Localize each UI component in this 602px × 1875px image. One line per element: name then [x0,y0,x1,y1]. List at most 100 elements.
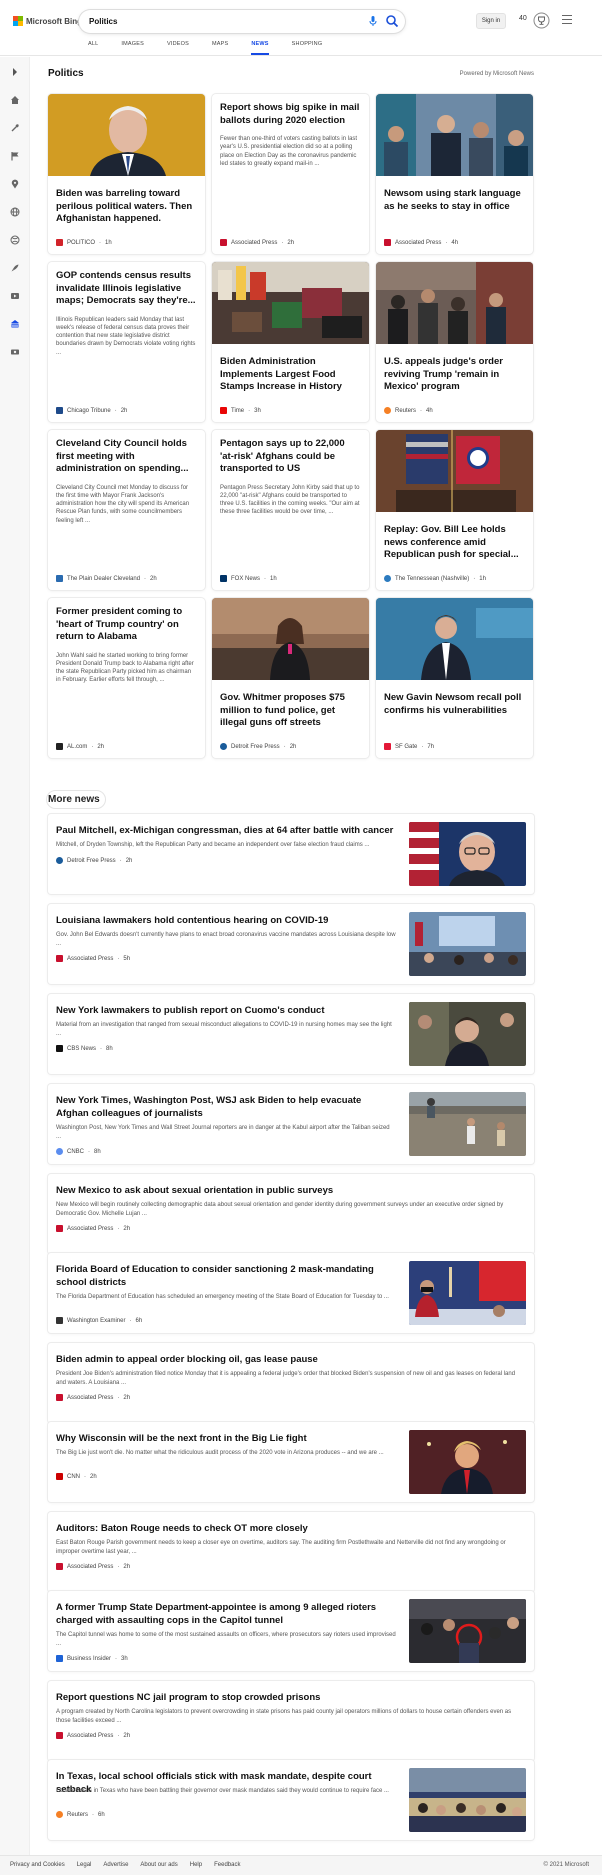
card-title[interactable]: Report shows big spike in mail ballots d… [212,102,369,127]
item-snippet: Gov. John Bel Edwards doesn't currently … [56,932,396,947]
item-title[interactable]: A former Trump State Department-appointe… [56,1601,396,1627]
politics-capitol-icon[interactable] [10,319,20,329]
list-item[interactable]: Florida Board of Education to consider s… [48,1253,534,1333]
tools-icon[interactable] [10,123,20,133]
item-title[interactable]: New Mexico to ask about sexual orientati… [56,1184,516,1197]
entertainment-icon[interactable] [10,291,20,301]
card-snippet: John Wahl said he started working to bri… [56,652,194,684]
whitmer-podium-photo [212,598,369,680]
category-sidebar [0,57,30,1857]
bing-logo[interactable]: Microsoft Bing [13,16,82,26]
plain-dealer-logo-icon [56,575,63,582]
list-item[interactable]: Louisiana lawmakers hold contentious hea… [48,904,534,984]
item-title[interactable]: Why Wisconsin will be the next front in … [56,1432,396,1445]
microphone-icon[interactable] [367,15,379,27]
item-title[interactable]: Paul Mitchell, ex-Michigan congressman, … [56,824,396,837]
card-title[interactable]: Former president coming to 'heart of Tru… [48,606,205,644]
list-item[interactable]: Report questions NC jail program to stop… [48,1681,534,1761]
card-title[interactable]: U.S. appeals judge's order reviving Trum… [376,356,533,394]
tab-images[interactable]: IMAGES [121,41,144,56]
card-title[interactable]: Pentagon says up to 22,000 'at-risk' Afg… [212,438,369,476]
list-item[interactable]: In Texas, local school officials stick w… [48,1760,534,1840]
item-provider: CNBC · 8h [56,1148,101,1155]
news-card[interactable]: GOP contends census results invalidate I… [48,262,205,422]
list-item[interactable]: Why Wisconsin will be the next front in … [48,1422,534,1502]
tab-all[interactable]: ALL [88,41,98,56]
card-title[interactable]: New Gavin Newsom recall poll confirms hi… [376,692,533,717]
card-title[interactable]: GOP contends census results invalidate I… [48,270,205,308]
item-snippet: A program created by North Carolina legi… [56,1709,512,1724]
footer-link-legal[interactable]: Legal [77,1862,92,1868]
globe-icon[interactable] [10,207,20,217]
card-title[interactable]: Cleveland City Council holds first meeti… [48,438,205,476]
item-title[interactable]: Florida Board of Education to consider s… [56,1263,396,1289]
news-card[interactable]: Gov. Whitmer proposes $75 million to fun… [212,598,369,758]
item-provider: Associated Press · 5h [56,955,130,962]
time-logo-icon [220,407,227,414]
item-title[interactable]: New York Times, Washington Post, WSJ ask… [56,1094,396,1120]
list-item[interactable]: A former Trump State Department-appointe… [48,1591,534,1671]
card-title[interactable]: Replay: Gov. Bill Lee holds news confere… [376,524,533,562]
card-snippet: Pentagon Press Secretary John Kirby said… [220,484,360,516]
location-pin-icon[interactable] [10,179,20,189]
sports-icon[interactable] [10,235,20,245]
border-crowd-photo [376,262,533,344]
list-item[interactable]: New York lawmakers to publish report on … [48,994,534,1074]
news-card[interactable]: U.S. appeals judge's order reviving Trum… [376,262,533,422]
card-provider: Chicago Tribune · 2h [56,407,127,414]
news-card[interactable]: Newsom using stark language as he seeks … [376,94,533,254]
item-title[interactable]: Report questions NC jail program to stop… [56,1691,516,1704]
list-item[interactable]: Biden admin to appeal order blocking oil… [48,1343,534,1423]
expand-arrow-icon[interactable] [10,67,20,77]
footer-link-privacy[interactable]: Privacy and Cookies [10,1862,65,1868]
home-icon[interactable] [10,95,20,105]
mitchell-photo [409,822,526,886]
card-title[interactable]: Gov. Whitmer proposes $75 million to fun… [212,692,369,730]
rewards-trophy-icon[interactable] [533,12,550,29]
tab-videos[interactable]: VIDEOS [167,41,189,56]
science-rocket-icon[interactable] [10,263,20,273]
card-title[interactable]: Newsom using stark language as he seeks … [376,188,533,213]
item-title[interactable]: Louisiana lawmakers hold contentious hea… [56,914,396,927]
news-card[interactable]: Cleveland City Council holds first meeti… [48,430,205,590]
news-card[interactable]: New Gavin Newsom recall poll confirms hi… [376,598,533,758]
hamburger-menu-icon[interactable] [562,15,572,25]
news-card[interactable]: Former president coming to 'heart of Tru… [48,598,205,758]
item-snippet: Washington Post, New York Times and Wall… [56,1125,390,1140]
news-card[interactable]: Biden was barreling toward perilous poli… [48,94,205,254]
tab-maps[interactable]: MAPS [212,41,228,56]
footer-link-about-ads[interactable]: About our ads [140,1862,177,1868]
money-icon[interactable] [10,347,20,357]
flag-icon[interactable] [10,151,20,161]
item-title[interactable]: Biden admin to appeal order blocking oil… [56,1353,516,1366]
tennessean-logo-icon [384,575,391,582]
news-card[interactable]: Replay: Gov. Bill Lee holds news confere… [376,430,533,590]
footer-link-feedback[interactable]: Feedback [214,1862,240,1868]
newsom-stage-photo [376,598,533,680]
search-input[interactable] [89,15,329,28]
news-card[interactable]: Biden Administration Implements Largest … [212,262,369,422]
search-icon[interactable] [385,14,399,28]
news-card[interactable]: Pentagon says up to 22,000 'at-risk' Afg… [212,430,369,590]
footer-link-help[interactable]: Help [190,1862,202,1868]
rewards-points[interactable]: 40 [519,15,527,22]
footer-link-advertise[interactable]: Advertise [103,1862,128,1868]
powered-by-label[interactable]: Powered by Microsoft News [460,71,534,77]
item-provider: Associated Press · 2h [56,1563,130,1570]
card-provider: Associated Press · 2h [220,239,294,246]
list-item[interactable]: Auditors: Baton Rouge needs to check OT … [48,1512,534,1592]
list-item[interactable]: New York Times, Washington Post, WSJ ask… [48,1084,534,1164]
news-card[interactable]: Report shows big spike in mail ballots d… [212,94,369,254]
list-item[interactable]: New Mexico to ask about sexual orientati… [48,1174,534,1254]
item-title[interactable]: Auditors: Baton Rouge needs to check OT … [56,1522,516,1535]
sign-in-button[interactable]: Sign in [476,13,506,29]
card-title[interactable]: Biden was barreling toward perilous poli… [48,188,205,226]
search-box[interactable] [79,10,405,33]
card-provider: SF Gate · 7h [384,743,434,750]
tab-shopping[interactable]: SHOPPING [292,41,323,56]
tab-news[interactable]: NEWS [251,41,269,56]
list-item[interactable]: Paul Mitchell, ex-Michigan congressman, … [48,814,534,894]
item-title[interactable]: New York lawmakers to publish report on … [56,1004,396,1017]
item-provider: Associated Press · 2h [56,1394,130,1401]
card-title[interactable]: Biden Administration Implements Largest … [212,356,369,394]
